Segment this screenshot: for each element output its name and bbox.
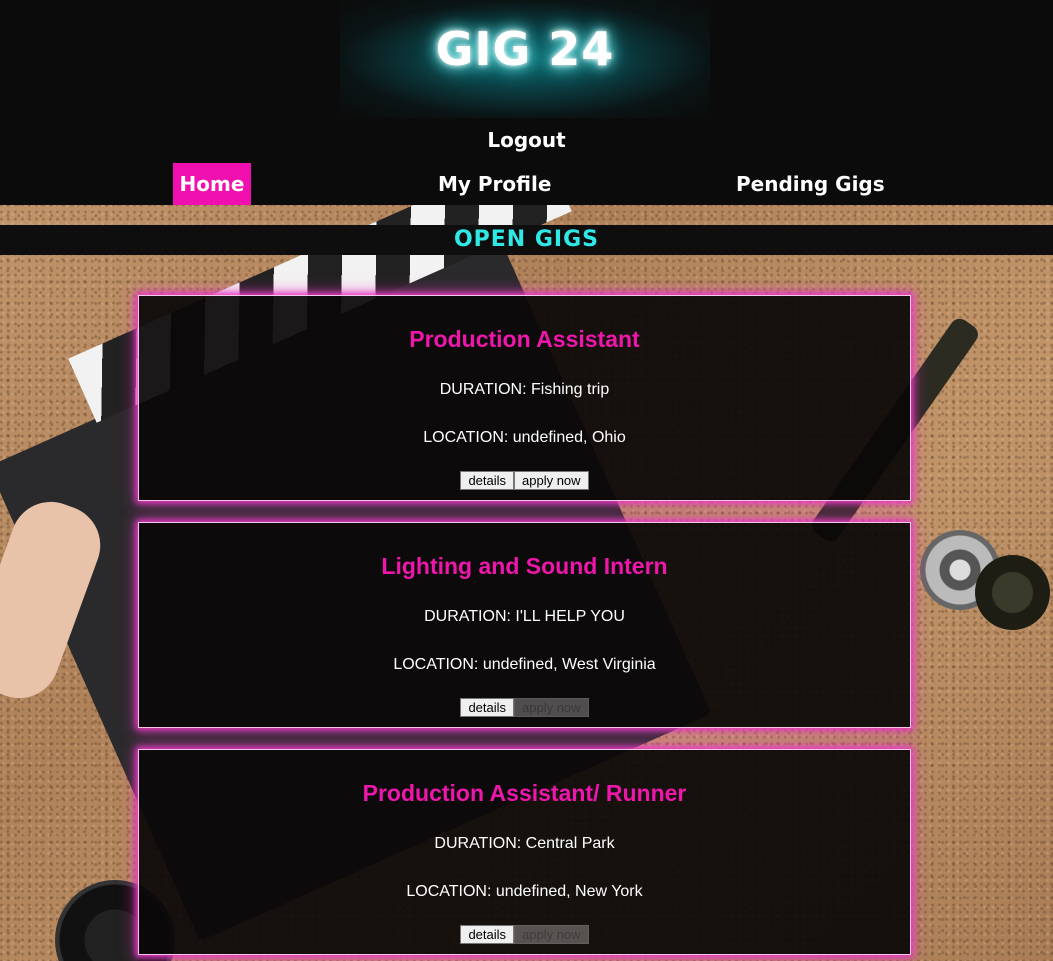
gig-duration: DURATION: I'LL HELP YOU xyxy=(424,608,625,625)
gig-location: LOCATION: undefined, West Virginia xyxy=(393,656,656,673)
gig-actions: details apply now xyxy=(139,698,910,717)
gig-title: Production Assistant/ Runner xyxy=(362,780,687,806)
nav-item-pending-gigs[interactable]: Pending Gigs xyxy=(736,163,885,205)
apply-now-button[interactable]: apply now xyxy=(514,471,589,490)
gig-title: Production Assistant xyxy=(409,326,640,352)
details-button[interactable]: details xyxy=(460,925,515,944)
site-logo[interactable]: GIG 24 xyxy=(340,22,710,76)
gig-card: Production Assistant/ Runner DURATION: C… xyxy=(138,749,911,955)
details-button[interactable]: details xyxy=(460,698,515,717)
gig-title: Lighting and Sound Intern xyxy=(381,553,668,579)
nav-item-home[interactable]: Home xyxy=(173,163,251,205)
gig-duration: DURATION: Fishing trip xyxy=(439,381,610,398)
gig-card: Production Assistant DURATION: Fishing t… xyxy=(138,295,911,501)
film-roll-decoration xyxy=(975,555,1050,630)
site-header: GIG 24 Logout Home My Profile Pending Gi… xyxy=(0,0,1053,205)
details-button[interactable]: details xyxy=(460,471,515,490)
apply-now-button: apply now xyxy=(514,698,589,717)
gig-actions: details apply now xyxy=(139,925,910,944)
gig-duration: DURATION: Central Park xyxy=(434,835,615,852)
gig-actions: details apply now xyxy=(139,471,910,490)
gig-location: LOCATION: undefined, Ohio xyxy=(423,429,626,446)
section-title: OPEN GIGS xyxy=(453,227,600,252)
logout-link[interactable]: Logout xyxy=(0,128,1053,152)
gig-card: Lighting and Sound Intern DURATION: I'LL… xyxy=(138,522,911,728)
apply-now-button: apply now xyxy=(514,925,589,944)
nav-item-my-profile[interactable]: My Profile xyxy=(438,163,551,205)
gig-location: LOCATION: undefined, New York xyxy=(406,883,643,900)
